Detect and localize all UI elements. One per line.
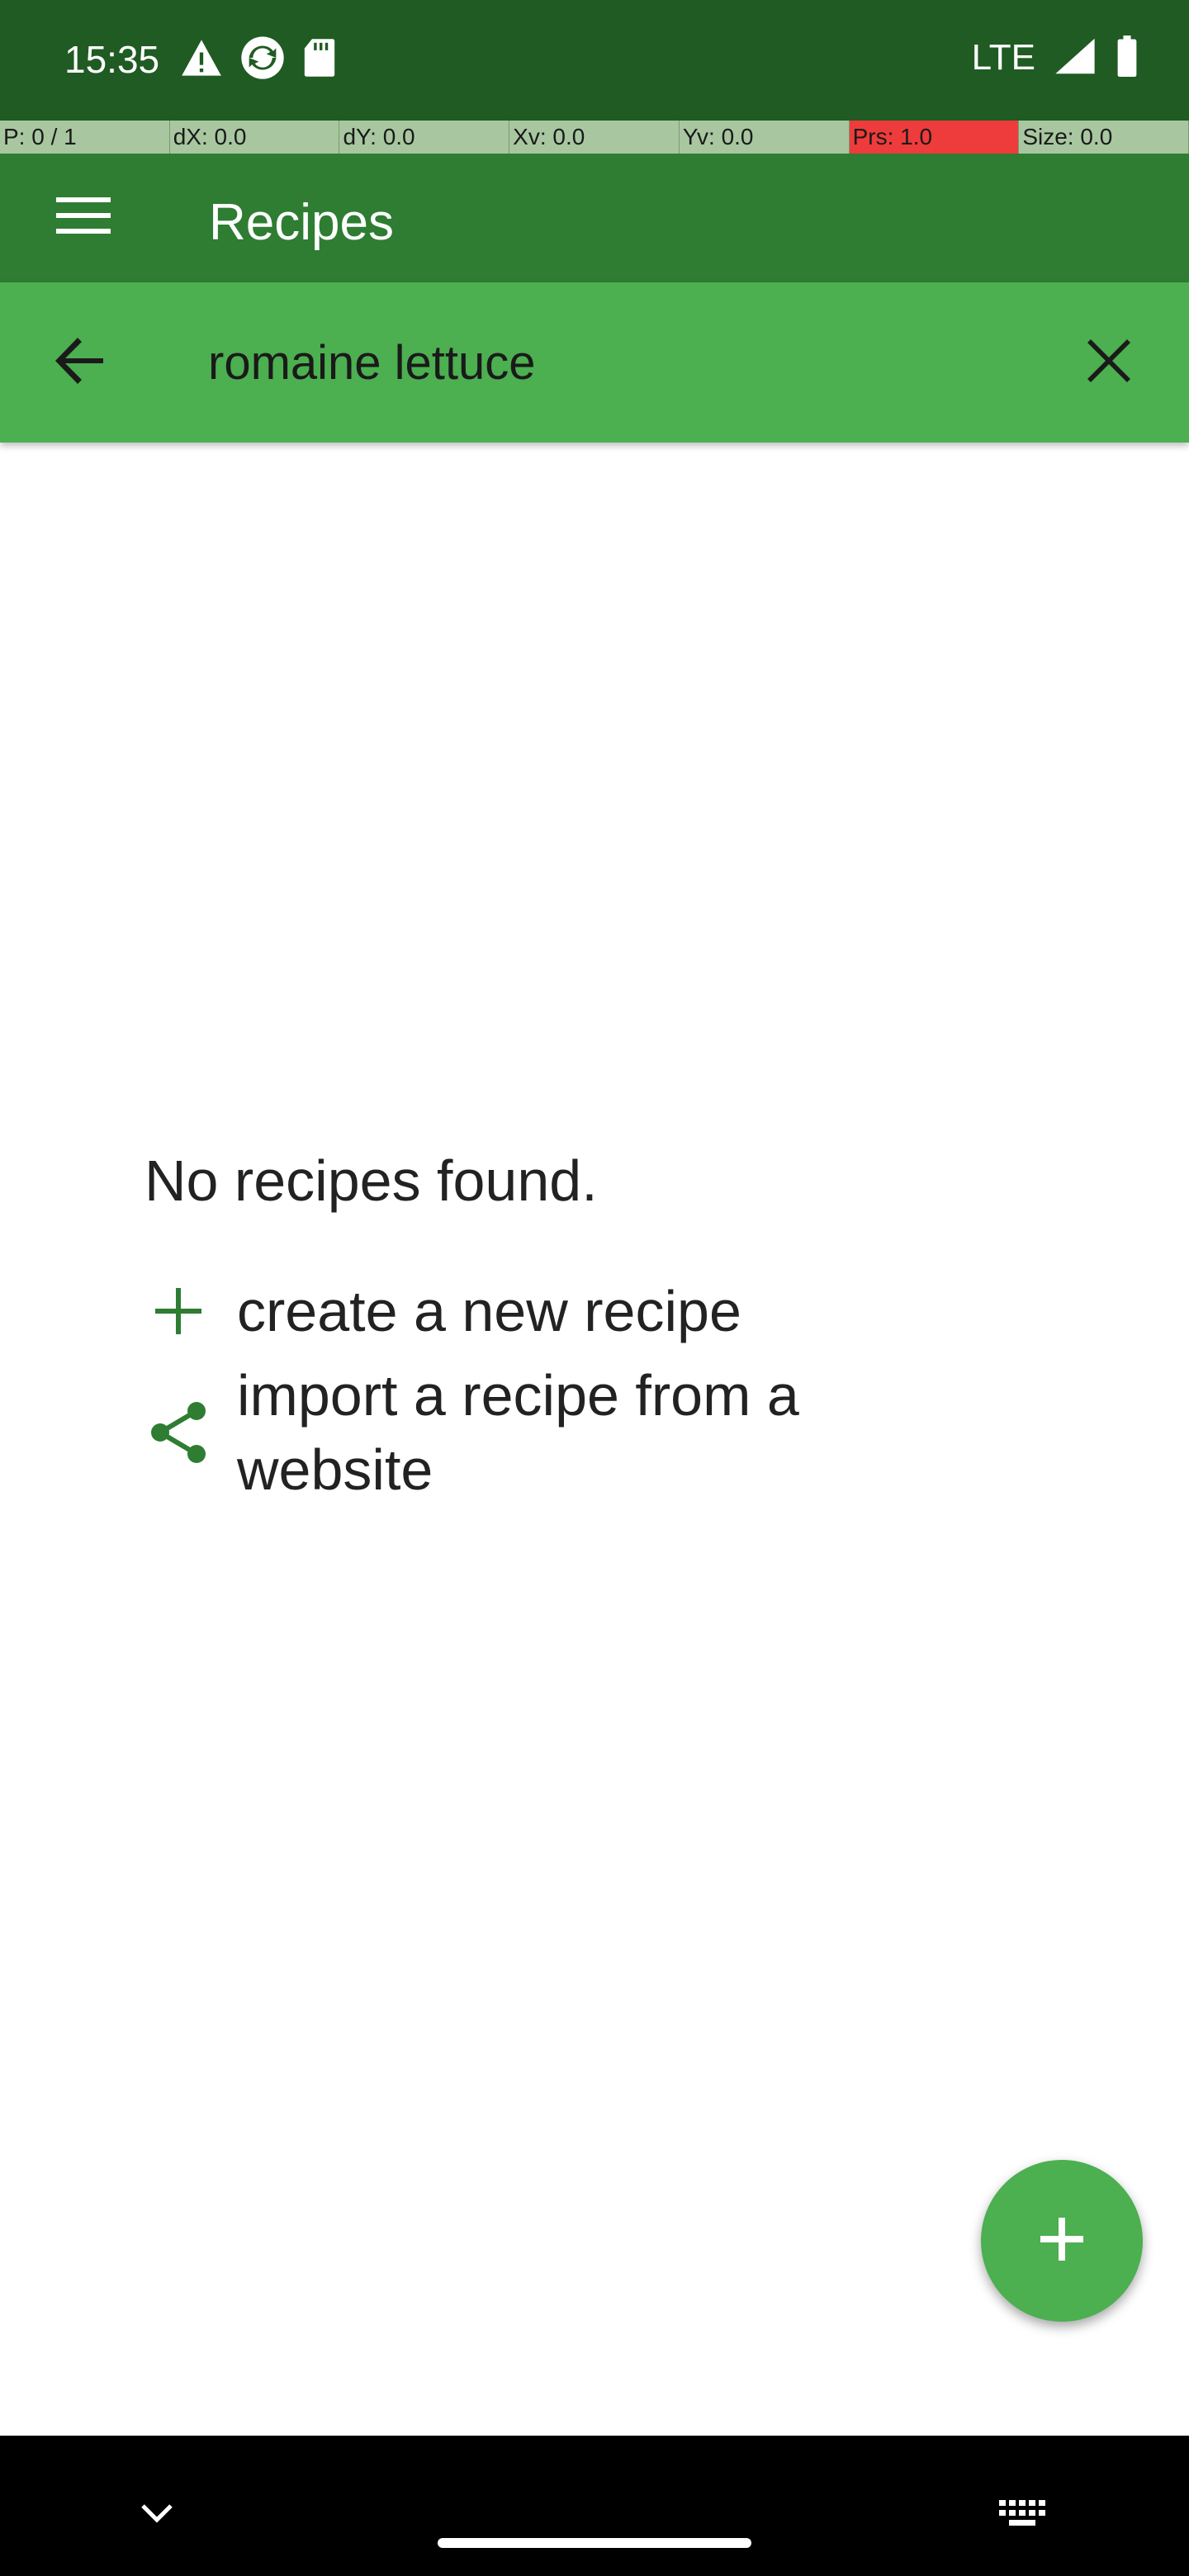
debug-pointer-count: P: 0 / 1 [0,121,170,154]
network-type: LTE [971,37,1035,78]
app-bar: Recipes [0,154,1189,282]
debug-dy: dY: 0.0 [339,121,510,154]
create-recipe-label: create a new recipe [237,1279,741,1343]
share-icon [144,1399,212,1466]
debug-size: Size: 0.0 [1019,121,1189,154]
hamburger-menu-icon [56,196,111,239]
signal-icon [1054,36,1097,80]
clear-search-button[interactable] [1072,325,1146,400]
warning-icon [180,38,223,82]
close-icon [1087,339,1130,386]
status-bar: 15:35 LTE [0,0,1189,121]
plus-icon [144,1277,212,1345]
arrow-back-icon [55,337,105,388]
add-recipe-fab[interactable] [981,2160,1143,2322]
screen: 15:35 LTE P: 0 / 1 dX: 0.0 dY: 0.0 Xv: 0… [0,0,1189,2576]
plus-icon [1040,2217,1083,2265]
status-notification-icons [180,35,337,85]
import-recipe-action[interactable]: import a recipe from a website [144,1362,939,1503]
status-time: 15:35 [64,38,160,81]
home-gesture-pill[interactable] [438,2538,751,2548]
menu-button[interactable] [46,180,121,254]
sd-card-icon [302,37,337,83]
search-bar [0,282,1189,443]
navigation-bar [0,2436,1189,2576]
search-input[interactable] [208,325,1017,400]
debug-dx: dX: 0.0 [169,121,340,154]
pointer-debug-bar: P: 0 / 1 dX: 0.0 dY: 0.0 Xv: 0.0 Yv: 0.0… [0,121,1189,154]
debug-pressure: Prs: 1.0 [849,121,1020,154]
create-recipe-action[interactable]: create a new recipe [144,1273,741,1349]
debug-yv: Yv: 0.0 [679,121,850,154]
keyboard-icon[interactable] [999,2500,1047,2532]
debug-xv: Xv: 0.0 [509,121,680,154]
back-button[interactable] [43,325,117,400]
import-recipe-label: import a recipe from a website [237,1363,799,1502]
status-system-icons: LTE [972,35,1139,81]
empty-state-message: No recipes found. [144,1148,598,1213]
chevron-down-icon[interactable] [140,2503,173,2527]
sync-icon [239,35,286,85]
page-title: Recipes [209,194,394,251]
battery-icon [1115,35,1139,81]
